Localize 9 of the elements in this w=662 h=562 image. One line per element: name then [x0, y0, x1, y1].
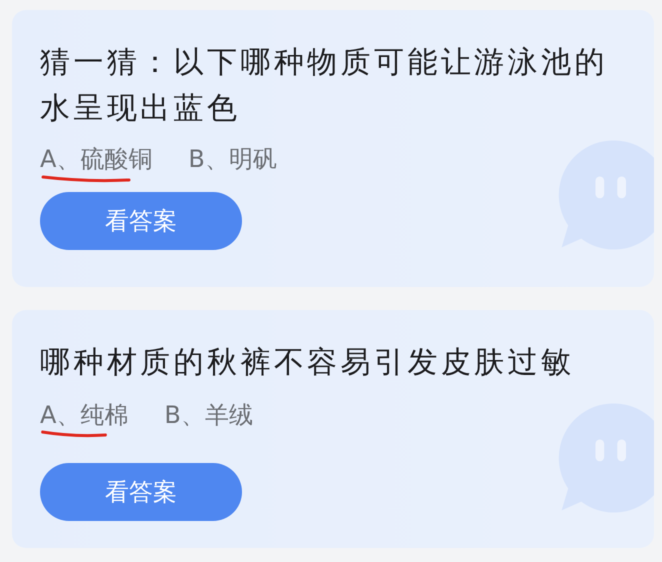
- answer-option: B、羊绒: [164, 400, 253, 440]
- answer-option: B、明矾: [188, 144, 277, 184]
- show-answer-button[interactable]: 看答案: [40, 192, 242, 250]
- answer-option: A、硫酸铜: [40, 144, 152, 184]
- question-text: 哪种材质的秋裤不容易引发皮肤过敏: [40, 344, 576, 382]
- question-text: 猜一猜：以下哪种物质可能让游泳池的水呈现出蓝色: [40, 44, 609, 128]
- show-answer-button[interactable]: 看答案: [40, 463, 242, 521]
- answer-option: A、纯棉: [40, 400, 128, 440]
- underline-mark: [40, 430, 108, 438]
